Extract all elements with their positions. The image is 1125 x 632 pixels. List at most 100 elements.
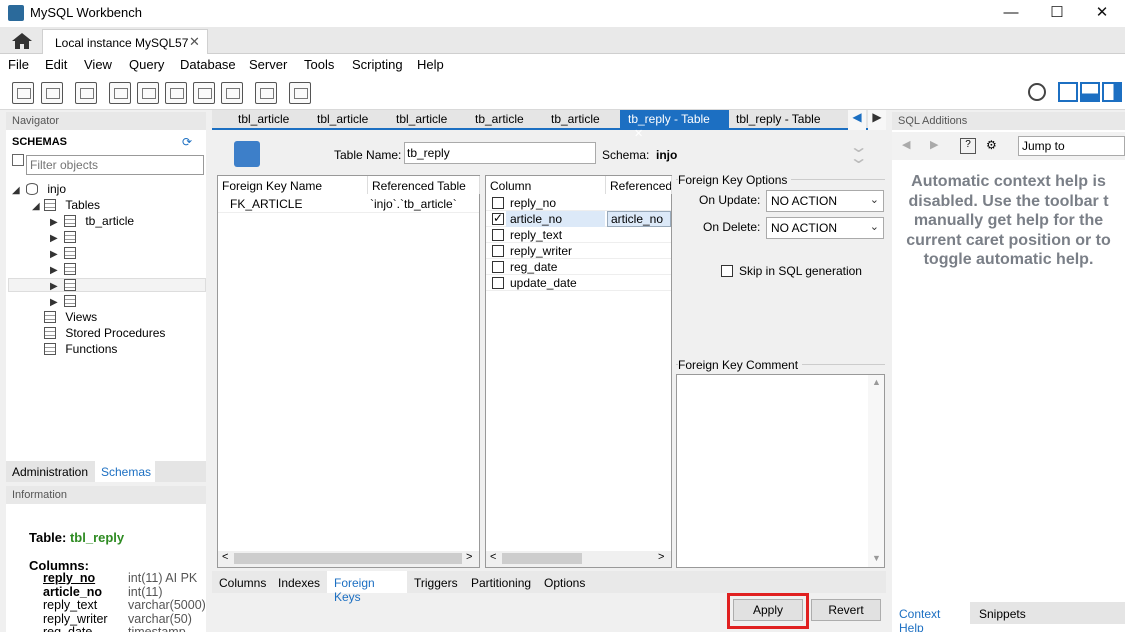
close-button[interactable]: ✕ <box>1079 0 1125 27</box>
collapse-chevron-icon[interactable]: ⌄ ⌄ <box>849 140 869 167</box>
editor-tab[interactable]: tbl_article <box>317 112 368 126</box>
col-header-ref-column[interactable]: Referenced C <box>606 176 672 194</box>
scroll-left-icon[interactable]: < <box>490 551 496 563</box>
column-checkbox[interactable] <box>492 245 504 257</box>
editor-tab[interactable]: tbl_article <box>238 112 289 126</box>
column-checkbox[interactable] <box>492 229 504 241</box>
scroll-right-icon[interactable]: > <box>466 551 472 563</box>
expand-tables-icon[interactable]: ◢ <box>32 201 40 212</box>
tree-stored-procedures[interactable]: Stored Procedures <box>44 326 165 340</box>
create-function-icon[interactable] <box>221 82 243 104</box>
editor-tab[interactable]: tbl_article <box>396 112 447 126</box>
menu-scripting[interactable]: Scripting <box>352 57 403 72</box>
col-header-column[interactable]: Column <box>486 176 606 194</box>
column-row[interactable]: reply_writer <box>486 243 671 259</box>
create-procedure-icon[interactable] <box>193 82 215 104</box>
home-button[interactable] <box>6 29 36 53</box>
menu-help[interactable]: Help <box>417 57 444 72</box>
subtab-triggers[interactable]: Triggers <box>414 576 458 590</box>
editor-tab[interactable]: tb_article <box>475 112 524 126</box>
jump-to-select[interactable]: Jump to <box>1018 136 1125 156</box>
subtab-columns[interactable]: Columns <box>219 576 266 590</box>
minimize-button[interactable]: — <box>988 0 1034 27</box>
expand-table-icon[interactable]: ▶ <box>50 249 58 260</box>
tree-table-item[interactable] <box>64 230 76 244</box>
menu-query[interactable]: Query <box>129 57 164 72</box>
toggle-output-panel-icon[interactable] <box>1080 82 1100 102</box>
horizontal-scrollbar[interactable]: < > <box>486 551 671 567</box>
tree-table-item[interactable]: tb_article <box>64 214 134 228</box>
tree-views[interactable]: Views <box>44 310 97 324</box>
create-view-icon[interactable] <box>165 82 187 104</box>
create-table-icon[interactable] <box>137 82 159 104</box>
subtab-foreign-keys[interactable]: Foreign Keys <box>327 571 407 604</box>
scroll-right-icon[interactable]: > <box>658 551 664 563</box>
scrollbar-thumb[interactable] <box>234 553 462 564</box>
search-table-data-icon[interactable] <box>255 82 277 104</box>
expand-table-icon[interactable]: ▶ <box>50 233 58 244</box>
scroll-tabs-left-icon[interactable]: ◀ <box>848 110 866 130</box>
scroll-tabs-right-icon[interactable]: ▶ <box>868 110 886 130</box>
tab-administration[interactable]: Administration <box>6 461 94 482</box>
expand-table-icon[interactable]: ▶ <box>50 281 58 292</box>
toggle-secondary-sidebar-icon[interactable] <box>1102 82 1122 102</box>
col-header-fk-name[interactable]: Foreign Key Name <box>218 176 368 194</box>
column-row[interactable]: reg_date <box>486 259 671 275</box>
settings-gear-icon[interactable] <box>1028 83 1046 101</box>
revert-button[interactable]: Revert <box>811 599 881 621</box>
table-name-input[interactable]: tb_reply <box>404 142 596 164</box>
column-checkbox-checked[interactable] <box>492 211 504 225</box>
skip-sql-option[interactable]: Skip in SQL generation <box>721 264 862 278</box>
back-icon[interactable]: ◀ <box>902 138 910 151</box>
on-delete-select[interactable]: NO ACTION ⌄ <box>766 217 884 239</box>
connection-tab[interactable]: Local instance MySQL57 ✕ <box>42 29 208 54</box>
tree-table-item[interactable] <box>64 262 76 276</box>
create-schema-icon[interactable] <box>109 82 131 104</box>
subtab-options[interactable]: Options <box>544 576 585 590</box>
expand-table-icon[interactable]: ▶ <box>50 217 58 228</box>
column-checkbox[interactable] <box>492 277 504 289</box>
scroll-up-icon[interactable]: ▲ <box>872 377 881 387</box>
toggle-auto-help-icon[interactable]: ? <box>960 138 976 154</box>
editor-tab-active[interactable]: tb_reply - Table ✕ <box>620 110 729 140</box>
menu-tools[interactable]: Tools <box>304 57 334 72</box>
maximize-button[interactable]: ☐ <box>1034 0 1080 27</box>
reconnect-icon[interactable] <box>289 82 311 104</box>
editor-tab[interactable]: tbl_reply - Table <box>736 112 821 126</box>
tab-schemas[interactable]: Schemas <box>95 461 155 482</box>
editor-tab[interactable]: tb_article <box>551 112 600 126</box>
expand-schema-icon[interactable]: ◢ <box>12 185 20 196</box>
vertical-scrollbar[interactable]: ▲ ▼ <box>868 375 884 567</box>
on-update-select[interactable]: NO ACTION ⌄ <box>766 190 884 212</box>
tree-table-item[interactable] <box>64 294 76 308</box>
open-sql-script-icon[interactable] <box>41 82 63 104</box>
column-row[interactable]: update_date <box>486 275 671 291</box>
menu-view[interactable]: View <box>84 57 112 72</box>
subtab-indexes[interactable]: Indexes <box>278 576 320 590</box>
tree-schema-injo[interactable]: injo <box>26 182 66 196</box>
tree-tables[interactable]: Tables <box>44 198 100 212</box>
forward-icon[interactable]: ▶ <box>930 138 938 151</box>
column-checkbox[interactable] <box>492 197 504 209</box>
refresh-icon[interactable]: ⟳ <box>182 135 192 149</box>
tab-context-help[interactable]: Context Help <box>892 602 970 632</box>
scrollbar-thumb[interactable] <box>502 553 582 564</box>
menu-edit[interactable]: Edit <box>45 57 67 72</box>
ref-column-cell[interactable]: article_no <box>607 211 671 227</box>
fk-comment-textarea[interactable]: ▲ ▼ <box>676 374 885 568</box>
scroll-left-icon[interactable]: < <box>222 551 228 563</box>
column-row[interactable]: reply_no <box>486 195 671 211</box>
column-row-selected[interactable]: article_no article_no <box>486 211 671 227</box>
tree-functions[interactable]: Functions <box>44 342 117 356</box>
filter-objects-input[interactable] <box>26 155 204 175</box>
manual-help-icon[interactable]: ⚙ <box>986 138 1002 154</box>
skip-sql-checkbox[interactable] <box>721 265 733 277</box>
close-tab-icon[interactable]: ✕ <box>189 34 200 50</box>
subtab-partitioning[interactable]: Partitioning <box>471 576 531 590</box>
scroll-down-icon[interactable]: ▼ <box>872 553 881 563</box>
tree-table-item[interactable] <box>64 246 76 260</box>
column-row[interactable]: reply_text <box>486 227 671 243</box>
fk-row[interactable]: FK_ARTICLE `injo`.`tb_article` <box>218 195 479 213</box>
expand-table-icon[interactable]: ▶ <box>50 297 58 308</box>
column-checkbox[interactable] <box>492 261 504 273</box>
